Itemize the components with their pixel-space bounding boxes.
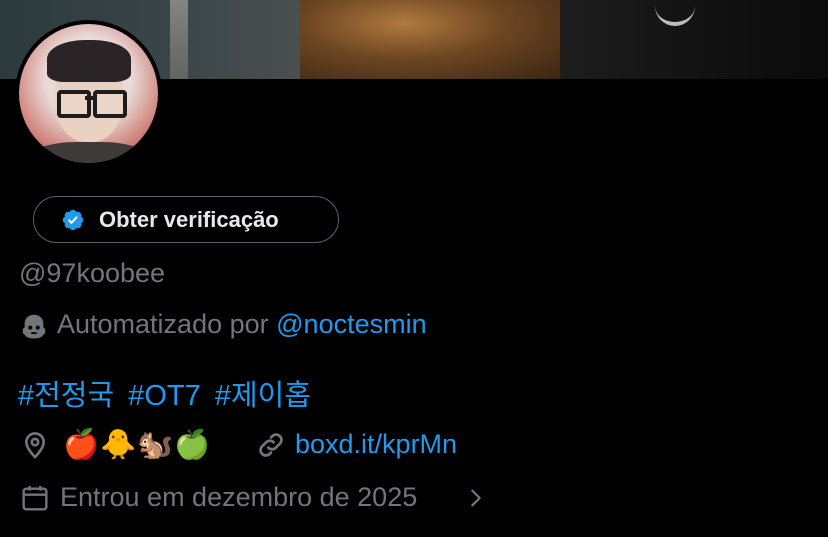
banner-image-center xyxy=(300,0,560,79)
avatar-photo xyxy=(19,24,158,163)
avatar[interactable] xyxy=(15,20,162,167)
banner-detail xyxy=(170,0,188,79)
profile-handle: @97koobee xyxy=(19,258,166,288)
calendar-icon xyxy=(22,486,48,511)
get-verified-button[interactable]: Obter verificação xyxy=(33,196,339,243)
location-text: 🍎🐥🐿️🍏 xyxy=(63,429,212,461)
chevron-right-icon xyxy=(471,489,481,507)
link-icon xyxy=(259,433,283,457)
bio-hashtags: #전정국 #OT7 #제이홉 xyxy=(18,372,317,414)
bot-icon xyxy=(22,314,46,339)
automated-by-prefix: Automatizado por xyxy=(57,309,269,339)
get-verified-label: Obter verificação xyxy=(99,207,279,232)
profile-website-link[interactable]: boxd.it/kprMn xyxy=(295,429,457,460)
join-date-text: Entrou em dezembro de 2025 xyxy=(60,482,418,512)
hashtag-link[interactable]: #전정국 xyxy=(18,380,114,412)
verified-badge-icon xyxy=(62,209,84,231)
automated-by-mention[interactable]: @noctesmin xyxy=(276,309,426,339)
hashtag-link[interactable]: #OT7 xyxy=(128,380,201,412)
hashtag-link[interactable]: #제이홉 xyxy=(215,380,311,412)
location-pin-icon xyxy=(24,432,46,459)
